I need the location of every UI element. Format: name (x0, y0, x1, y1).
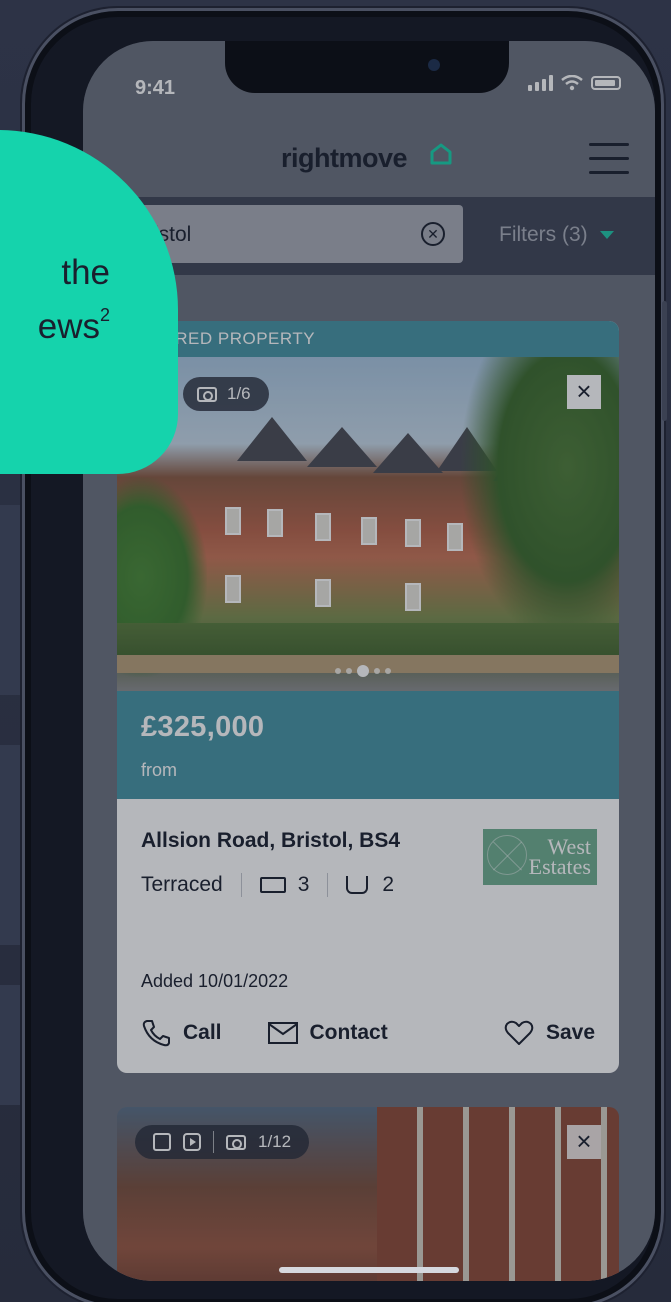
property-price: £325,000 (141, 711, 265, 743)
bath-icon (346, 876, 369, 894)
app-stage: 9:41 rightmove Bristol ✕ Filters (3) ATU… (0, 0, 671, 1302)
contact-button[interactable]: Contact (267, 1021, 388, 1045)
camera-icon (197, 386, 217, 402)
property-details: Allsion Road, Bristol, BS4 Terraced 3 2 … (117, 799, 619, 1073)
phone-screen: 9:41 rightmove Bristol ✕ Filters (3) ATU… (83, 41, 655, 1281)
compass-icon (487, 835, 527, 875)
camera-icon (226, 1134, 246, 1150)
notch (225, 41, 509, 93)
contact-label: Contact (309, 1021, 388, 1044)
rightmove-logo: rightmove (281, 143, 408, 173)
property-type: Terraced (141, 873, 223, 896)
save-label: Save (545, 1021, 595, 1044)
app-header: rightmove (83, 121, 655, 197)
clear-search-icon[interactable]: ✕ (421, 222, 445, 246)
dropdown-triangle-icon (599, 231, 614, 240)
property-card[interactable]: 1/12 × (117, 1107, 619, 1281)
wifi-icon (561, 75, 583, 91)
property-photo[interactable]: 1/6 × (117, 357, 619, 691)
power-button (662, 301, 667, 421)
video-icon (183, 1133, 201, 1151)
house-logo-icon (430, 143, 452, 165)
agent-logo[interactable]: West Estates (483, 829, 597, 885)
photo-counter: 1/12 (258, 1132, 292, 1151)
photo-counter-pill: 1/12 (135, 1125, 310, 1159)
clock: 9:41 (135, 77, 176, 99)
status-icons (528, 75, 621, 91)
photo-counter: 1/6 (227, 384, 251, 403)
promo-line-2: ews2 (37, 305, 110, 346)
heart-icon (504, 1020, 534, 1045)
bed-icon (259, 877, 286, 893)
envelope-icon (267, 1022, 298, 1044)
home-indicator (279, 1267, 459, 1273)
call-button[interactable]: Call (141, 1019, 222, 1047)
floorplan-icon (153, 1133, 171, 1151)
battery-icon (591, 76, 621, 90)
call-label: Call (183, 1021, 222, 1044)
price-bar: £325,000 from (117, 691, 619, 799)
bedroom-count: 3 (297, 873, 310, 896)
promo-text: the ews2 (0, 246, 110, 354)
carousel-dots[interactable] (335, 665, 391, 677)
filters-label: Filters (3) (499, 223, 588, 246)
card-actions: Call Contact Save (141, 1019, 595, 1047)
featured-property-card[interactable]: ATURED PROPERTY 1/6 × £325,000 from Alls… (117, 321, 619, 1073)
hamburger-menu-button[interactable] (589, 143, 629, 175)
phone-icon (142, 1020, 170, 1047)
photo-counter-pill: 1/6 (183, 377, 269, 411)
promo-line-1: the (61, 253, 110, 292)
close-icon[interactable]: × (567, 1125, 601, 1159)
close-icon[interactable]: × (567, 375, 601, 409)
front-camera (428, 59, 440, 71)
featured-badge: ATURED PROPERTY (117, 321, 619, 357)
filters-button[interactable]: Filters (3) (499, 223, 614, 247)
added-date: Added 10/01/2022 (141, 971, 289, 991)
bathroom-count: 2 (382, 873, 395, 896)
signal-icon (528, 75, 553, 91)
price-qualifier: from (141, 760, 177, 780)
save-button[interactable]: Save (504, 1020, 595, 1046)
